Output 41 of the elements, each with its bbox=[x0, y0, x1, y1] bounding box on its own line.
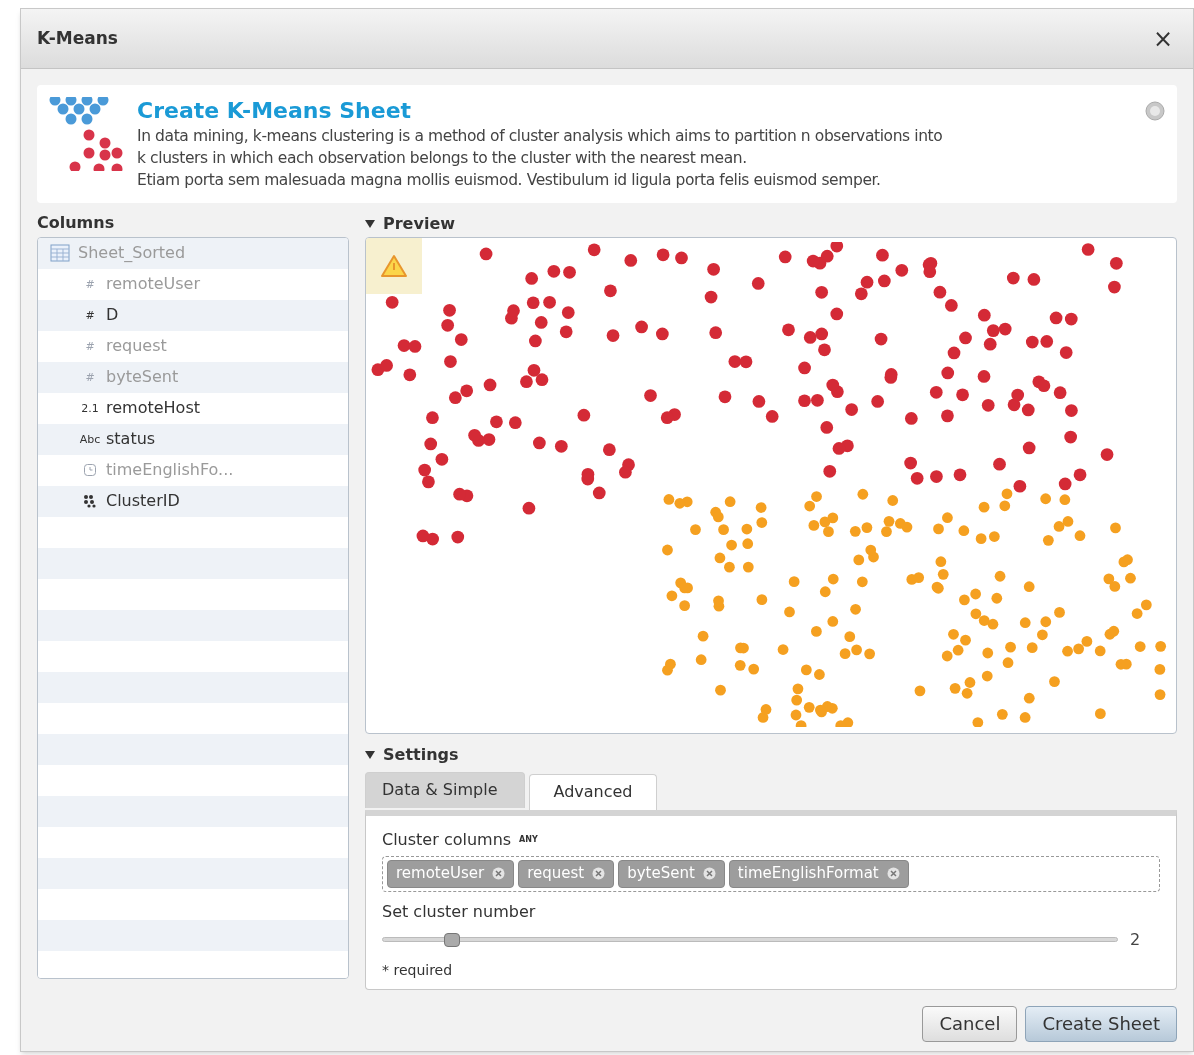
type-icon: # bbox=[78, 371, 102, 383]
window-title: K-Means bbox=[37, 26, 118, 50]
expand-triangle-icon[interactable] bbox=[365, 218, 375, 229]
close-button[interactable]: × bbox=[1152, 26, 1177, 51]
cluster-slider[interactable] bbox=[382, 932, 1118, 947]
settings-tab[interactable]: Advanced bbox=[529, 773, 657, 810]
description-line: k clusters in which each observation belongs to the cluster with the nearest mean. bbox=[137, 147, 748, 169]
columns-heading: Columns bbox=[37, 211, 116, 234]
preview-heading: Preview bbox=[383, 212, 455, 235]
remove-icon[interactable] bbox=[702, 867, 716, 880]
settings-heading: Settings bbox=[383, 743, 459, 766]
field-label: Set cluster number bbox=[382, 900, 537, 923]
cancel-button[interactable]: Cancel bbox=[922, 1005, 1018, 1042]
type-icon: # bbox=[78, 278, 102, 290]
settings-tab[interactable]: Data & Simple bbox=[365, 771, 525, 808]
expand-triangle-icon[interactable] bbox=[365, 749, 375, 760]
type-icon: Abc bbox=[78, 433, 102, 445]
column-tag: timeEnglishFormat bbox=[728, 859, 909, 888]
column-tag: request bbox=[518, 859, 615, 888]
description-line: Etiam porta sem malesuada magna mollis euismod. Vestibulum id ligula porta felis euismod semper. bbox=[137, 169, 882, 191]
table-icon bbox=[50, 244, 70, 262]
type-icon: # bbox=[78, 340, 102, 352]
description-line: In data mining, k-means clustering is a method of cluster analysis which aims to partition n observations into bbox=[137, 125, 943, 147]
any-label: ANY bbox=[519, 833, 538, 846]
warning-icon bbox=[380, 253, 408, 278]
clock-icon bbox=[83, 463, 97, 477]
required-note: * required bbox=[382, 960, 454, 980]
field-label: Cluster columns bbox=[382, 828, 512, 851]
slider-thumb[interactable] bbox=[443, 932, 460, 947]
type-icon: 2.1 bbox=[78, 402, 102, 414]
remove-icon[interactable] bbox=[592, 867, 606, 880]
type-icon: # bbox=[78, 309, 102, 321]
column-tag: byteSent bbox=[618, 859, 725, 888]
cluster-icon bbox=[83, 494, 97, 508]
create-sheet-button[interactable]: Create Sheet bbox=[1025, 1005, 1177, 1042]
slider-value: 2 bbox=[1130, 928, 1142, 951]
help-icon[interactable] bbox=[1145, 101, 1165, 121]
sheet-title: Create K-Means Sheet bbox=[137, 97, 413, 125]
remove-icon[interactable] bbox=[886, 867, 900, 880]
remove-icon[interactable] bbox=[492, 867, 506, 880]
column-tag: remoteUser bbox=[387, 859, 515, 888]
